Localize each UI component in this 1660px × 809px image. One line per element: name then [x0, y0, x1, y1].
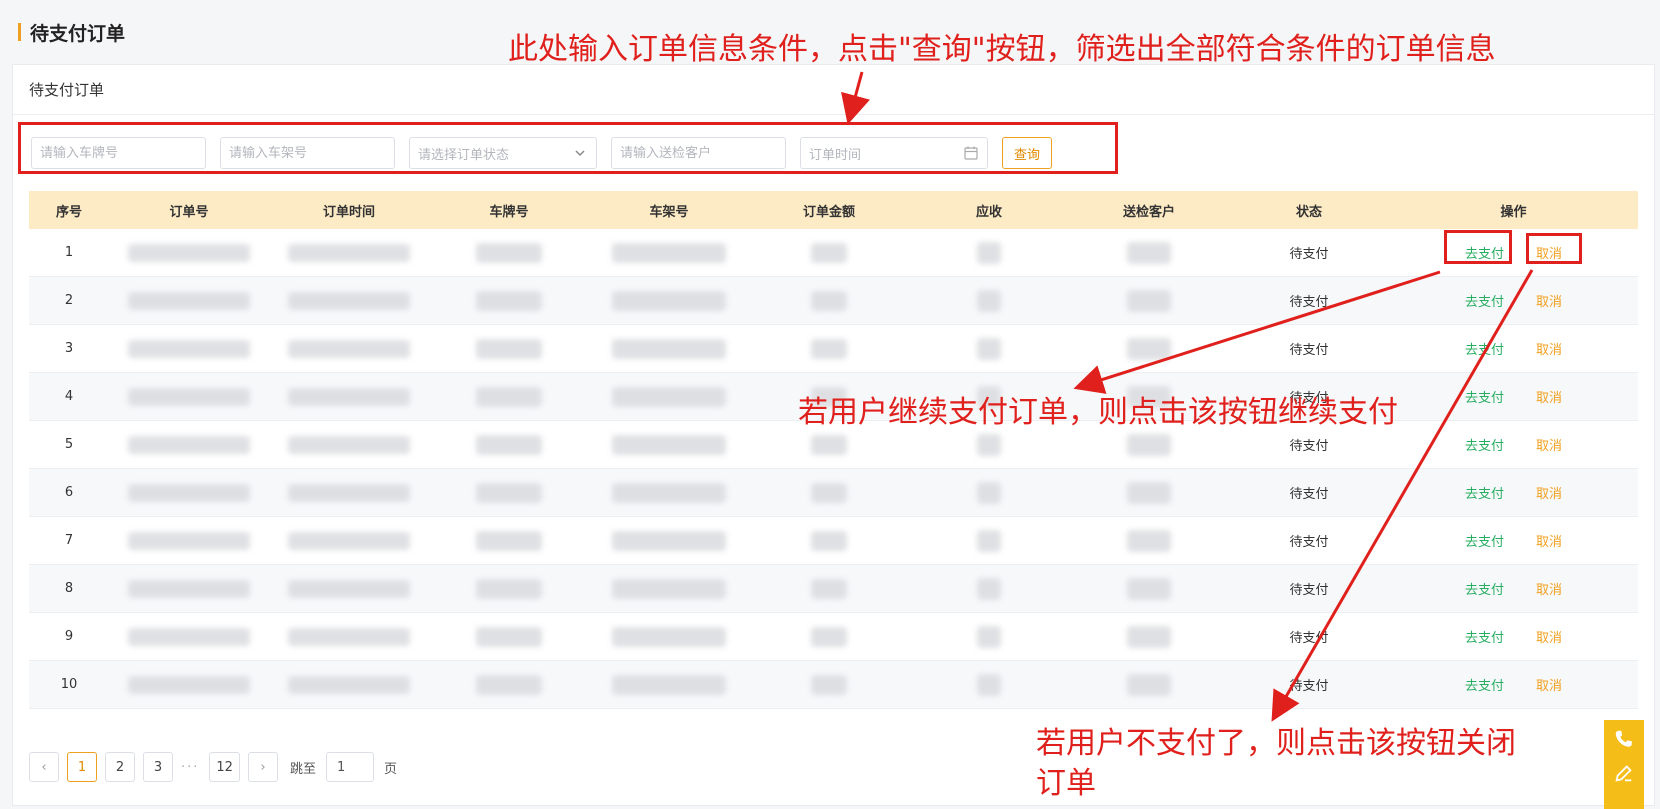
floating-toolbar [1604, 720, 1644, 809]
edit-icon[interactable] [1613, 762, 1635, 784]
arrow-to-filters [841, 71, 870, 125]
arrow-to-pay [1073, 270, 1441, 394]
annotation-arrows [841, 71, 1534, 722]
arrow-to-cancel [1271, 269, 1534, 722]
phone-icon[interactable] [1613, 728, 1635, 750]
